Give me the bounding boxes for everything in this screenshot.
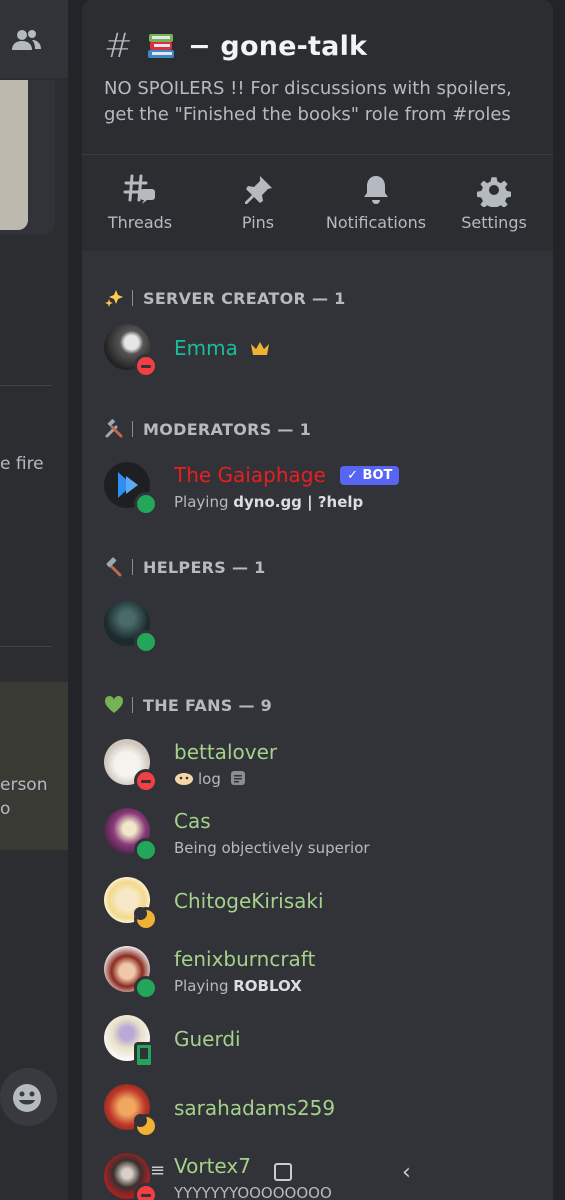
green-heart-icon <box>104 695 124 713</box>
member-name: Guerdi <box>174 1027 241 1051</box>
message-embed: erson o <box>0 682 68 850</box>
section-header-server-creator: SERVER CREATOR — 1 <box>104 286 346 310</box>
status-online-icon <box>134 492 158 516</box>
section-divider <box>132 421 133 437</box>
status-idle-icon <box>134 907 158 931</box>
member-name: sarahadams259 <box>174 1096 336 1120</box>
status-dnd-icon <box>134 354 158 378</box>
section-header-helpers: HELPERS — 1 <box>104 555 266 579</box>
status-mobile-icon <box>134 1042 154 1068</box>
section-divider <box>132 559 133 575</box>
emoji-button[interactable] <box>0 1068 57 1126</box>
settings-button[interactable]: Settings <box>439 173 549 232</box>
status-dnd-icon <box>134 1183 158 1200</box>
back-button[interactable]: ‹ <box>402 1160 411 1185</box>
member-vortex7[interactable]: Vortex7 YYYYYYYOOOOOOOO <box>104 1153 544 1200</box>
member-name: The Gaiaphage ✓ BOT <box>174 463 400 487</box>
channel-toolbar: Threads Pins Notifications Settings <box>82 154 553 251</box>
pin-icon <box>245 176 272 204</box>
recent-apps-button[interactable]: ≡ <box>150 1160 165 1181</box>
embed-text-fragment: o <box>0 799 11 819</box>
member-chitogekirisaki[interactable]: ChitogeKirisaki <box>104 877 544 933</box>
gear-icon <box>477 177 511 207</box>
member-bettalover[interactable]: bettalover log <box>104 739 544 795</box>
hammer-icon <box>106 557 122 577</box>
threads-label: Threads <box>107 213 173 232</box>
member-sarahadams259[interactable]: sarahadams259 <box>104 1084 544 1140</box>
members-icon[interactable] <box>10 26 42 54</box>
channel-topic: NO SPOILERS !! For discussions with spoi… <box>104 78 512 125</box>
member-emma[interactable]: Emma <box>104 324 544 380</box>
activity-prefix: Playing <box>174 493 234 511</box>
section-title: HELPERS — 1 <box>143 557 266 577</box>
channel-name: − gone-talk <box>188 30 368 62</box>
channel-header: # − gone-talk NO SPOILERS !! For discuss… <box>82 0 553 154</box>
notifications-label: Notifications <box>325 213 427 232</box>
bell-icon <box>364 176 388 204</box>
pins-label: Pins <box>241 213 275 232</box>
member-name: bettalover <box>174 740 278 764</box>
member-name: Emma <box>174 336 270 360</box>
status-online-icon <box>134 630 158 654</box>
member-name: ChitogeKirisaki <box>174 889 324 913</box>
member-guerdi[interactable]: Guerdi <box>104 1015 544 1071</box>
activity-prefix: Playing <box>174 977 234 995</box>
notifications-button[interactable]: Notifications <box>321 173 431 232</box>
activity-game: ROBLOX <box>233 977 302 995</box>
member-activity: log <box>174 770 245 788</box>
status-dnd-icon <box>134 769 158 793</box>
channel-info-panel: # − gone-talk NO SPOILERS !! For discuss… <box>82 0 553 1200</box>
crown-icon <box>251 342 270 355</box>
section-divider <box>132 697 133 713</box>
sparkles-icon <box>105 290 123 307</box>
books-emoji-icon <box>148 34 174 58</box>
status-online-icon <box>134 976 158 1000</box>
threads-button[interactable]: Threads <box>85 173 195 232</box>
home-button[interactable] <box>274 1163 292 1181</box>
member-name: Vortex7 <box>174 1154 251 1178</box>
status-online-icon <box>134 838 158 862</box>
left-topbar <box>0 0 68 78</box>
member-name-text: Emma <box>174 336 238 360</box>
member-the-gaiaphage[interactable]: The Gaiaphage ✓ BOT Playing dyno.gg | ?h… <box>104 462 544 518</box>
member-activity: YYYYYYYOOOOOOOO <box>174 1184 332 1200</box>
member-activity: Being objectively superior <box>174 839 370 857</box>
member-cas[interactable]: Cas Being objectively superior <box>104 808 544 864</box>
pins-button[interactable]: Pins <box>203 173 313 232</box>
activity-text: log <box>198 770 221 788</box>
divider <box>0 385 52 386</box>
member-theeevac[interactable] <box>104 600 544 656</box>
embed-text-fragment: erson <box>0 775 48 795</box>
section-header-the-fans: THE FANS — 9 <box>104 693 272 717</box>
member-activity: Playing dyno.gg | ?help <box>174 493 363 511</box>
smiley-icon <box>13 1084 41 1112</box>
image-attachment[interactable] <box>0 80 28 230</box>
custom-emoji-icon <box>175 773 193 785</box>
hammer-wrench-icon <box>105 419 123 438</box>
threads-icon <box>123 174 155 204</box>
bot-badge: ✓ BOT <box>340 466 400 485</box>
settings-label: Settings <box>461 213 527 232</box>
section-title: MODERATORS — 1 <box>143 419 312 439</box>
section-title: SERVER CREATOR — 1 <box>143 288 346 308</box>
bot-badge-text: BOT <box>362 468 393 483</box>
message-text-fragment: e fire <box>0 454 44 474</box>
section-divider <box>132 290 133 306</box>
member-name: fenixburncraft <box>174 947 316 971</box>
section-header-moderators: MODERATORS — 1 <box>104 417 311 441</box>
activity-game: dyno.gg | ?help <box>233 493 364 511</box>
note-icon <box>230 771 245 785</box>
section-title: THE FANS — 9 <box>143 695 273 715</box>
channel-title: # − gone-talk <box>104 26 368 66</box>
member-fenixburncraft[interactable]: fenixburncraft Playing ROBLOX <box>104 946 544 1002</box>
divider <box>0 646 52 647</box>
hash-icon: # <box>104 26 133 66</box>
left-chat-column: e fire erson o <box>0 0 68 1200</box>
member-name-text: The Gaiaphage <box>174 463 326 487</box>
member-activity: Playing ROBLOX <box>174 977 302 995</box>
member-name: Cas <box>174 809 211 833</box>
status-idle-icon <box>134 1114 158 1138</box>
